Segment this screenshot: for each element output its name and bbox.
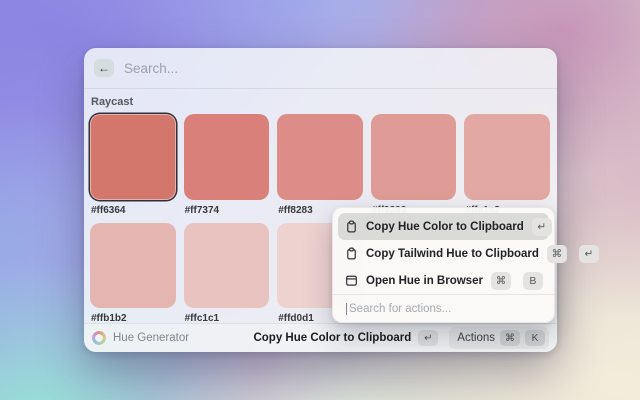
action-label: Copy Tailwind Hue to Clipboard [366, 248, 539, 260]
browser-window-icon [345, 274, 358, 287]
key-badge-return: ↵ [418, 330, 438, 346]
swatch-cell: #ffc1c1 [184, 223, 270, 331]
key-badge-k: K [525, 330, 545, 346]
desktop-background: { "window": { "search": { "placeholder":… [0, 0, 640, 400]
search-input[interactable] [124, 61, 547, 76]
clipboard-icon [345, 220, 358, 233]
hex-label: #ff7374 [185, 205, 270, 216]
color-swatch[interactable] [184, 223, 270, 308]
raycast-window: ← Raycast #ff6364 #ff7374 #ff8283 #ff929… [84, 48, 557, 352]
key-badge-cmd: ⌘ [547, 245, 567, 263]
hex-label: #ff6364 [91, 205, 176, 216]
actions-search-row [333, 294, 554, 322]
color-swatch-selected[interactable] [90, 114, 176, 200]
action-item-copy-tailwind-hue[interactable]: Copy Tailwind Hue to Clipboard ⌘ ↵ [338, 240, 549, 267]
primary-action-button[interactable]: Copy Hue Color to Clipboard [253, 332, 411, 344]
action-item-copy-hue-color[interactable]: Copy Hue Color to Clipboard ↵ [338, 213, 549, 240]
action-item-open-hue-in-browser[interactable]: Open Hue in Browser ⌘ B [338, 267, 549, 294]
swatch-cell: #ff7374 [184, 114, 270, 223]
color-swatch[interactable] [90, 223, 176, 308]
key-badge-return: ↵ [579, 245, 599, 263]
section-label: Raycast [91, 96, 550, 108]
actions-search-input[interactable] [349, 303, 541, 315]
color-swatch[interactable] [184, 114, 270, 200]
app-name: Hue Generator [113, 332, 189, 344]
actions-menu-label: Actions [457, 332, 495, 344]
swatch-cell: #ffb1b2 [90, 223, 176, 331]
color-swatch[interactable] [277, 114, 363, 200]
clipboard-icon [345, 247, 358, 260]
key-badge-cmd: ⌘ [500, 330, 520, 346]
swatch-cell: #ff6364 [90, 114, 176, 223]
back-arrow-icon: ← [98, 61, 110, 75]
color-swatch[interactable] [464, 114, 550, 200]
actions-menu-button[interactable]: Actions ⌘ K [449, 327, 549, 349]
key-badge-b: B [523, 272, 543, 290]
action-label: Open Hue in Browser [366, 275, 483, 287]
key-badge-cmd: ⌘ [491, 272, 511, 290]
search-header: ← [84, 48, 557, 89]
status-bar: Hue Generator Copy Hue Color to Clipboar… [84, 323, 557, 352]
key-badge-return: ↵ [532, 218, 552, 236]
color-swatch[interactable] [371, 114, 457, 200]
actions-panel: Copy Hue Color to Clipboard ↵ Copy Tailw… [332, 207, 555, 323]
action-label: Copy Hue Color to Clipboard [366, 221, 524, 233]
hue-generator-icon [92, 331, 106, 345]
actions-panel-items: Copy Hue Color to Clipboard ↵ Copy Tailw… [333, 208, 554, 294]
back-button[interactable]: ← [94, 59, 114, 77]
text-caret [346, 303, 347, 315]
